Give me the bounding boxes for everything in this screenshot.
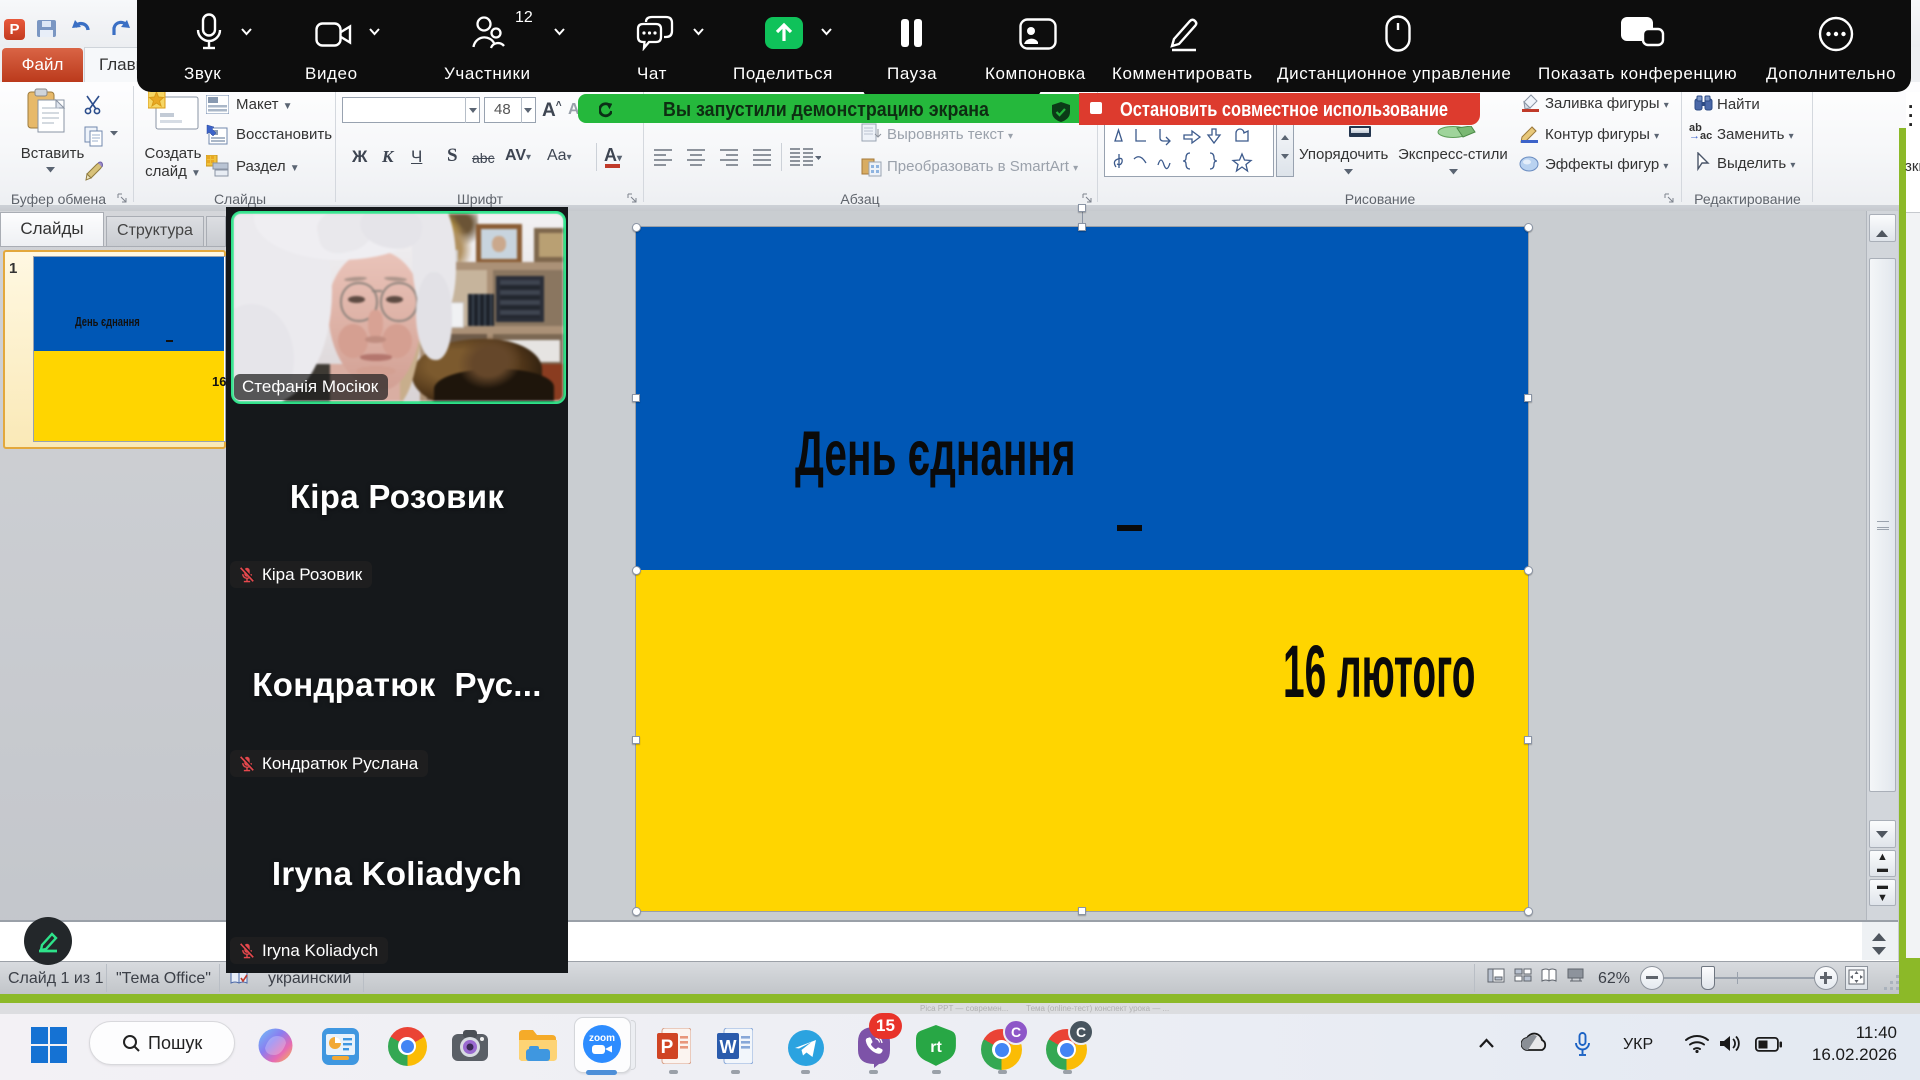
svg-text:rt: rt [930,1039,942,1056]
svg-text:zoom: zoom [589,1033,615,1044]
svg-text:P: P [661,1037,674,1058]
svg-text:W: W [720,1037,737,1057]
